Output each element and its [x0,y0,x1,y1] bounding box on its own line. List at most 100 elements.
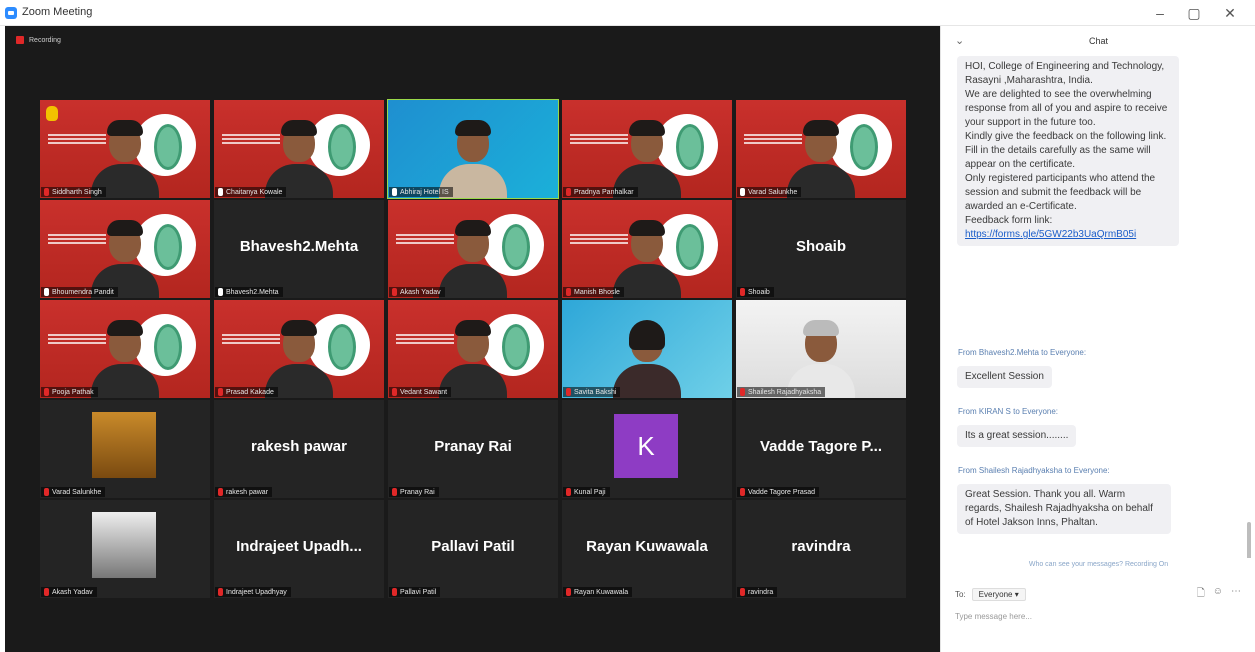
close-icon[interactable]: ✕ [1216,3,1244,23]
chat-header: ⌄ Chat [941,26,1255,56]
mic-icon [392,188,397,196]
recipient-select[interactable]: Everyone ▾ [971,588,1026,601]
participant-name-label: Kunal Paji [563,487,610,497]
minimize-icon[interactable]: – [1146,3,1174,23]
file-icon[interactable]: 🗋 [1197,586,1205,603]
participant-tile[interactable]: ravindra ravindra [736,500,906,598]
participant-tile[interactable]: Rayan Kuwawala Rayan Kuwawala [562,500,732,598]
maximize-icon[interactable]: ▢ [1180,3,1208,23]
profile-photo [92,412,156,478]
participant-tile[interactable]: Pooja Pathak [40,300,210,398]
participant-tile[interactable]: Varad Salunkhe [736,100,906,198]
participant-display-name: Indrajeet Upadh... [236,538,362,555]
participant-name-label: Manish Bhosle [563,287,624,297]
participant-name-label: Varad Salunkhe [41,487,106,497]
participant-name: Akash Yadav [400,288,441,296]
more-icon[interactable]: ⋯ [1231,586,1241,603]
participant-name: Savita Bakshi [574,388,617,396]
participant-display-name: Pallavi Patil [431,538,515,555]
mic-muted-icon [566,188,571,196]
participant-tile[interactable]: Manish Bhosle [562,200,732,298]
mic-muted-icon [392,588,397,596]
participant-tile[interactable]: Varad Salunkhe [40,400,210,498]
participant-name-label: Varad Salunkhe [737,187,802,197]
recording-label: Recording [29,36,61,44]
participant-name-label: Vadde Tagore Prasad [737,487,820,497]
participant-name: Akash Yadav [52,588,93,596]
participant-tile[interactable]: Akash Yadav [40,500,210,598]
mic-muted-icon [392,288,397,296]
participant-name: Vedant Sawant [400,388,448,396]
participant-name: Manish Bhosle [574,288,620,296]
participant-name: Bhavesh2.Mehta [226,288,279,296]
participant-tile[interactable]: Siddharth Singh [40,100,210,198]
chat-sender: From Bhavesh2.Mehta to Everyone: [958,348,1087,357]
mic-muted-icon [218,588,223,596]
participant-tile[interactable]: Akash Yadav [388,200,558,298]
participant-name-label: Akash Yadav [41,587,97,597]
participant-name-label: ravindra [737,587,778,597]
participant-display-name: Rayan Kuwawala [586,538,708,555]
mic-muted-icon [566,388,571,396]
participant-display-name: Pranay Rai [434,438,512,455]
participant-name: Pranay Rai [400,488,435,496]
participant-name-label: Shoaib [737,287,774,297]
mic-muted-icon [218,388,223,396]
mic-icon [218,188,223,196]
participant-name: Vadde Tagore Prasad [748,488,816,496]
participant-tile[interactable]: Prasad Kakade [214,300,384,398]
participant-name: Varad Salunkhe [748,188,798,196]
feedback-form-link[interactable]: https://forms.gle/5GW22b3UaQrmB05i [965,229,1136,240]
emoji-icon[interactable]: ☺ [1213,586,1223,603]
mic-muted-icon [44,388,49,396]
window-titlebar: Zoom Meeting – ▢ ✕ [0,0,1255,26]
participant-tile[interactable]: Bhoumendra Pandit [40,200,210,298]
video-gallery: Recording Siddharth Singh Chaitanya Kowal… [5,26,940,652]
participant-name-label: Pallavi Patil [389,587,441,597]
participant-tile[interactable]: Abhiraj Hotel IS [387,99,559,199]
participant-tile[interactable]: Chaitanya Kowale [214,100,384,198]
chat-tools: 🗋 ☺ ⋯ [1197,586,1241,603]
participant-name: Prasad Kakade [226,388,274,396]
participant-tile[interactable]: Savita Bakshi [562,300,732,398]
mic-muted-icon [44,188,49,196]
participant-tile[interactable]: rakesh pawar rakesh pawar [214,400,384,498]
participant-display-name: Vadde Tagore P... [760,438,882,455]
participant-name: Pradnya Panhalkar [574,188,634,196]
participant-name: Bhoumendra Pandit [52,288,114,296]
participant-tile[interactable]: Shailesh Rajadhyaksha [736,300,906,398]
mic-icon [740,188,745,196]
participant-name: Siddharth Singh [52,188,102,196]
chat-scrollbar[interactable] [1247,522,1251,558]
participant-tile[interactable]: Shoaib Shoaib [736,200,906,298]
participant-name-label: Bhavesh2.Mehta [215,287,283,297]
participant-tile[interactable]: Vedant Sawant [388,300,558,398]
participant-tile[interactable]: Pranay Rai Pranay Rai [388,400,558,498]
participant-name: Abhiraj Hotel IS [400,188,449,196]
participant-name-label: Akash Yadav [389,287,445,297]
participant-tile[interactable]: Vadde Tagore P... Vadde Tagore Prasad [736,400,906,498]
mic-muted-icon [740,388,745,396]
mic-muted-icon [566,488,571,496]
participant-tile[interactable]: K Kunal Paji [562,400,732,498]
participant-name: Pooja Pathak [52,388,94,396]
participant-video [437,220,509,298]
privacy-notice[interactable]: Who can see your messages? Recording On [941,558,1255,572]
participant-tile[interactable]: Pradnya Panhalkar [562,100,732,198]
participant-tile[interactable]: Bhavesh2.Mehta Bhavesh2.Mehta [214,200,384,298]
zoom-app-icon [5,7,17,19]
participant-name-label: Bhoumendra Pandit [41,287,118,297]
chat-panel: ⌄ Chat HOI, College of Engineering and T… [940,26,1255,652]
participant-tile[interactable]: Pallavi Patil Pallavi Patil [388,500,558,598]
participant-name-label: Prasad Kakade [215,387,278,397]
message-input[interactable]: Type message here... [955,612,1245,621]
mic-muted-icon [740,588,745,596]
chat-messages[interactable]: HOI, College of Engineering and Technolo… [941,56,1255,558]
participant-name: Shoaib [748,288,770,296]
participant-tile[interactable]: Indrajeet Upadh... Indrajeet Upadhyay [214,500,384,598]
chat-message: Its a great session........ [957,425,1077,447]
participant-name-label: Rayan Kuwawala [563,587,633,597]
participant-display-name: ravindra [791,538,851,555]
mic-muted-icon [392,488,397,496]
participant-name: Shailesh Rajadhyaksha [748,388,822,396]
